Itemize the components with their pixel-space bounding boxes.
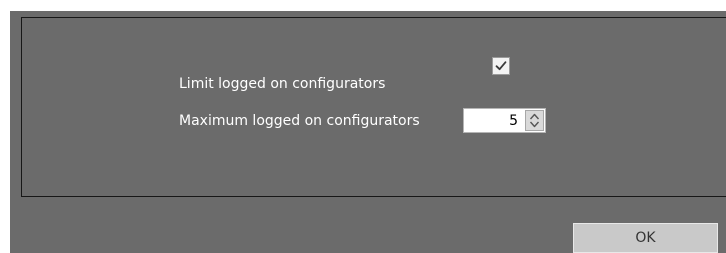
ok-button[interactable]: OK [573,223,718,253]
settings-dialog [10,11,726,253]
limit-logged-on-checkbox[interactable] [492,57,510,75]
max-logged-on-stepper[interactable]: 5 [463,108,546,133]
limit-logged-on-label: Limit logged on configurators [179,76,386,92]
spin-buttons[interactable] [525,110,544,131]
max-logged-on-value[interactable]: 5 [509,112,518,130]
settings-group-box [21,17,726,197]
checkmark-icon [495,61,507,71]
up-down-arrows-icon [529,113,540,128]
max-logged-on-label: Maximum logged on configurators [179,113,420,129]
